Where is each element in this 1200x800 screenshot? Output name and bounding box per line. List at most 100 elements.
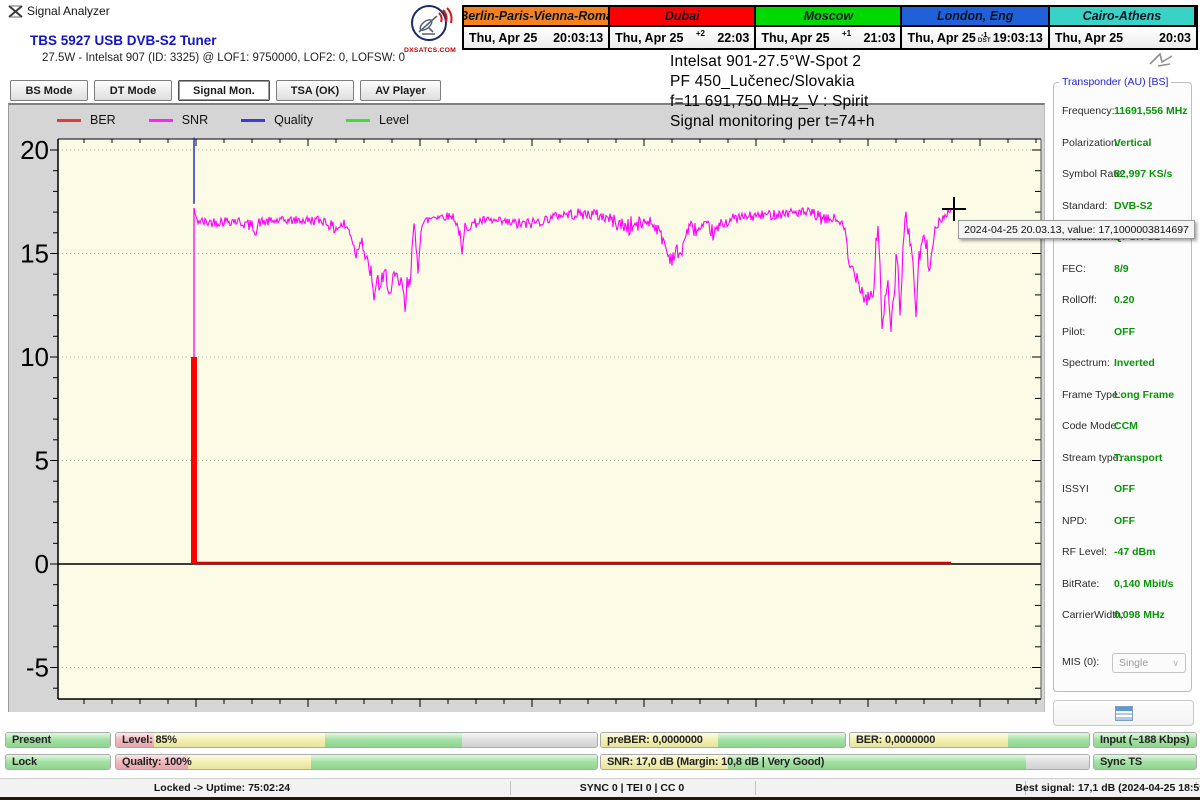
tp-value-12: OFF	[1114, 483, 1135, 495]
tp-label-11: Stream type:	[1062, 452, 1122, 464]
clock-time: Thu, Apr 2520:03	[1050, 27, 1196, 48]
clock-time: Thu, Apr 25 +1 21:03	[756, 27, 902, 48]
tp-label-1: Polarization:	[1062, 137, 1120, 149]
tp-value-3: DVB-S2	[1114, 200, 1153, 212]
clock-city-london-eng: London, Eng	[902, 7, 1049, 27]
gauge-preber: preBER: 0,0000000	[600, 732, 846, 748]
tp-label-12: ISSYI	[1062, 483, 1089, 495]
clock-city-moscow: Moscow	[756, 7, 902, 27]
tp-label-8: Spectrum:	[1062, 357, 1110, 369]
statusbar-sync: SYNC 0 | TEI 0 | CC 0	[580, 782, 685, 794]
tp-value-14: -47 dBm	[1114, 546, 1155, 558]
annotation-line-2: PF 450_Lučenec/Slovakia	[670, 72, 875, 92]
tp-label-9: Frame Type:	[1062, 389, 1121, 401]
transport-stream-button[interactable]	[1053, 700, 1194, 726]
world-clocks: Berlin-Paris-Vienna-RomaDubaiMoscowLondo…	[462, 5, 1198, 50]
clock-time-value: 19:03:13	[993, 31, 1043, 45]
signal-chart[interactable]: 20151050-5	[9, 105, 1046, 714]
gauge-segments	[116, 733, 597, 747]
tp-value-13: OFF	[1114, 515, 1135, 527]
tp-label-13: NPD:	[1062, 515, 1087, 527]
tp-label-0: Frequency:	[1062, 105, 1115, 117]
gauge-quality: Quality: 100%	[115, 754, 598, 770]
gauge-input-kbps-: Input (~188 Kbps)	[1093, 732, 1197, 748]
gauge-segment-green	[718, 733, 845, 747]
clock-offset: +2	[696, 29, 705, 38]
gauge-label: preBER: 0,0000000	[607, 733, 703, 747]
clock-time-value: 20:03	[1159, 31, 1191, 45]
tp-label-3: Standard:	[1062, 200, 1108, 212]
clock-date: Thu, Apr 25	[907, 31, 975, 45]
tp-value-2: 82,997 KS/s	[1114, 168, 1172, 180]
y-tick-label: 20	[20, 135, 49, 165]
clock-date: Thu, Apr 25	[761, 31, 829, 45]
clock-dst-offset: -1DST	[978, 32, 991, 44]
tp-value-1: Vertical	[1114, 137, 1151, 149]
clock-offset: +1	[842, 29, 851, 38]
tab-bs-mode[interactable]: BS Mode	[10, 80, 88, 101]
annotation-line-3: f=11 691,750 MHz_V : Spirit	[670, 92, 875, 112]
annotation-line-1: Intelsat 901-27.5°W-Spot 2	[670, 52, 875, 72]
tab-tsa-ok-[interactable]: TSA (OK)	[276, 80, 354, 101]
gauge-label: Present	[12, 733, 51, 747]
gauge-segment-yellow	[188, 755, 311, 769]
y-tick-label: 0	[35, 549, 49, 579]
gauge-snr: SNR: 17,0 dB (Margin: 10,8 dB | Very Goo…	[600, 754, 1090, 770]
ber-start-spike	[191, 357, 197, 563]
y-tick-label: -5	[26, 653, 49, 683]
dxsatcs-logo: DXSATCS.COM	[404, 4, 456, 54]
mode-tabs: BS Mode DT Mode Signal Mon. TSA (OK) AV Play…	[10, 80, 441, 101]
gauge-segment-yellow	[154, 733, 325, 747]
tp-label-6: RollOff:	[1062, 294, 1097, 306]
annotation-line-4: Signal monitoring per t=74+h	[670, 112, 875, 132]
stream-list-icon	[1115, 706, 1133, 721]
gauge-label: Level: 85%	[122, 733, 177, 747]
mis-selected-value: Single	[1119, 657, 1148, 669]
transponder-panel-title: Transponder (AU) [BS]	[1059, 76, 1171, 88]
y-tick-label: 15	[20, 239, 49, 269]
gauge-segment-gray	[462, 733, 597, 747]
tp-value-9: Long Frame	[1114, 389, 1174, 401]
statusbar-divider	[510, 781, 511, 795]
gauge-label: Lock	[12, 755, 37, 769]
plot-area	[58, 139, 1041, 699]
window-title: Signal Analyzer	[27, 4, 110, 18]
clock-city-cairo-athens: Cairo-Athens	[1050, 7, 1196, 27]
device-title: TBS 5927 USB DVB-S2 Tuner	[30, 33, 217, 48]
gauge-level: Level: 85%	[115, 732, 598, 748]
gauge-label: BER: 0,0000000	[856, 733, 935, 747]
tp-label-5: FEC:	[1062, 263, 1086, 275]
clock-city-berlin-paris-vienna-roma: Berlin-Paris-Vienna-Roma	[464, 7, 610, 27]
tp-label-10: Code Mode:	[1062, 420, 1119, 432]
clock-date: Thu, Apr 25	[469, 31, 537, 45]
clock-widget-grip-icon	[1148, 52, 1174, 68]
tp-value-8: Inverted	[1114, 357, 1155, 369]
resize-grip[interactable]: ⋰	[1187, 780, 1198, 793]
statusbar-best-signal: Best signal: 17,1 dB (2024-04-25 18:59)	[1015, 782, 1200, 794]
clock-date: Thu, Apr 25	[615, 31, 683, 45]
gauge-segment-gray	[1026, 755, 1089, 769]
tab-dt-mode[interactable]: DT Mode	[94, 80, 172, 101]
y-tick-label: 5	[35, 446, 49, 476]
mis-select[interactable]: Single∨	[1112, 653, 1186, 673]
gauge-label: SNR: 17,0 dB (Margin: 10,8 dB | Very Goo…	[607, 755, 824, 769]
clock-city-dubai: Dubai	[610, 7, 756, 27]
tp-value-6: 0.20	[1114, 294, 1134, 306]
logo-text: DXSATCS.COM	[404, 47, 456, 54]
gauge-label: Quality: 100%	[122, 755, 192, 769]
tab-signal-mon-[interactable]: Signal Mon.	[178, 80, 270, 101]
tp-value-0: 11691,556 MHz	[1114, 105, 1188, 117]
signal-chart-panel: BERSNRQualityLevel 20151050-5	[8, 103, 1045, 712]
tab-av-player[interactable]: AV Player	[360, 80, 441, 101]
tp-label-7: Pilot:	[1062, 326, 1085, 338]
clock-time-value: 20:03:13	[553, 31, 603, 45]
gauge-lock: Lock	[5, 754, 111, 770]
status-bar: Locked -> Uptime: 75:02:24 SYNC 0 | TEI …	[0, 778, 1200, 797]
transponder-panel: Transponder (AU) [BS] Frequency:11691,55…	[1053, 82, 1192, 692]
gauge-segment-green	[311, 755, 597, 769]
tp-label-14: RF Level:	[1062, 546, 1107, 558]
tp-value-15: 0,140 Mbit/s	[1114, 578, 1174, 590]
statusbar-uptime: Locked -> Uptime: 75:02:24	[154, 782, 290, 794]
clock-time-value: 21:03	[864, 31, 896, 45]
gauge-present: Present	[5, 732, 111, 748]
